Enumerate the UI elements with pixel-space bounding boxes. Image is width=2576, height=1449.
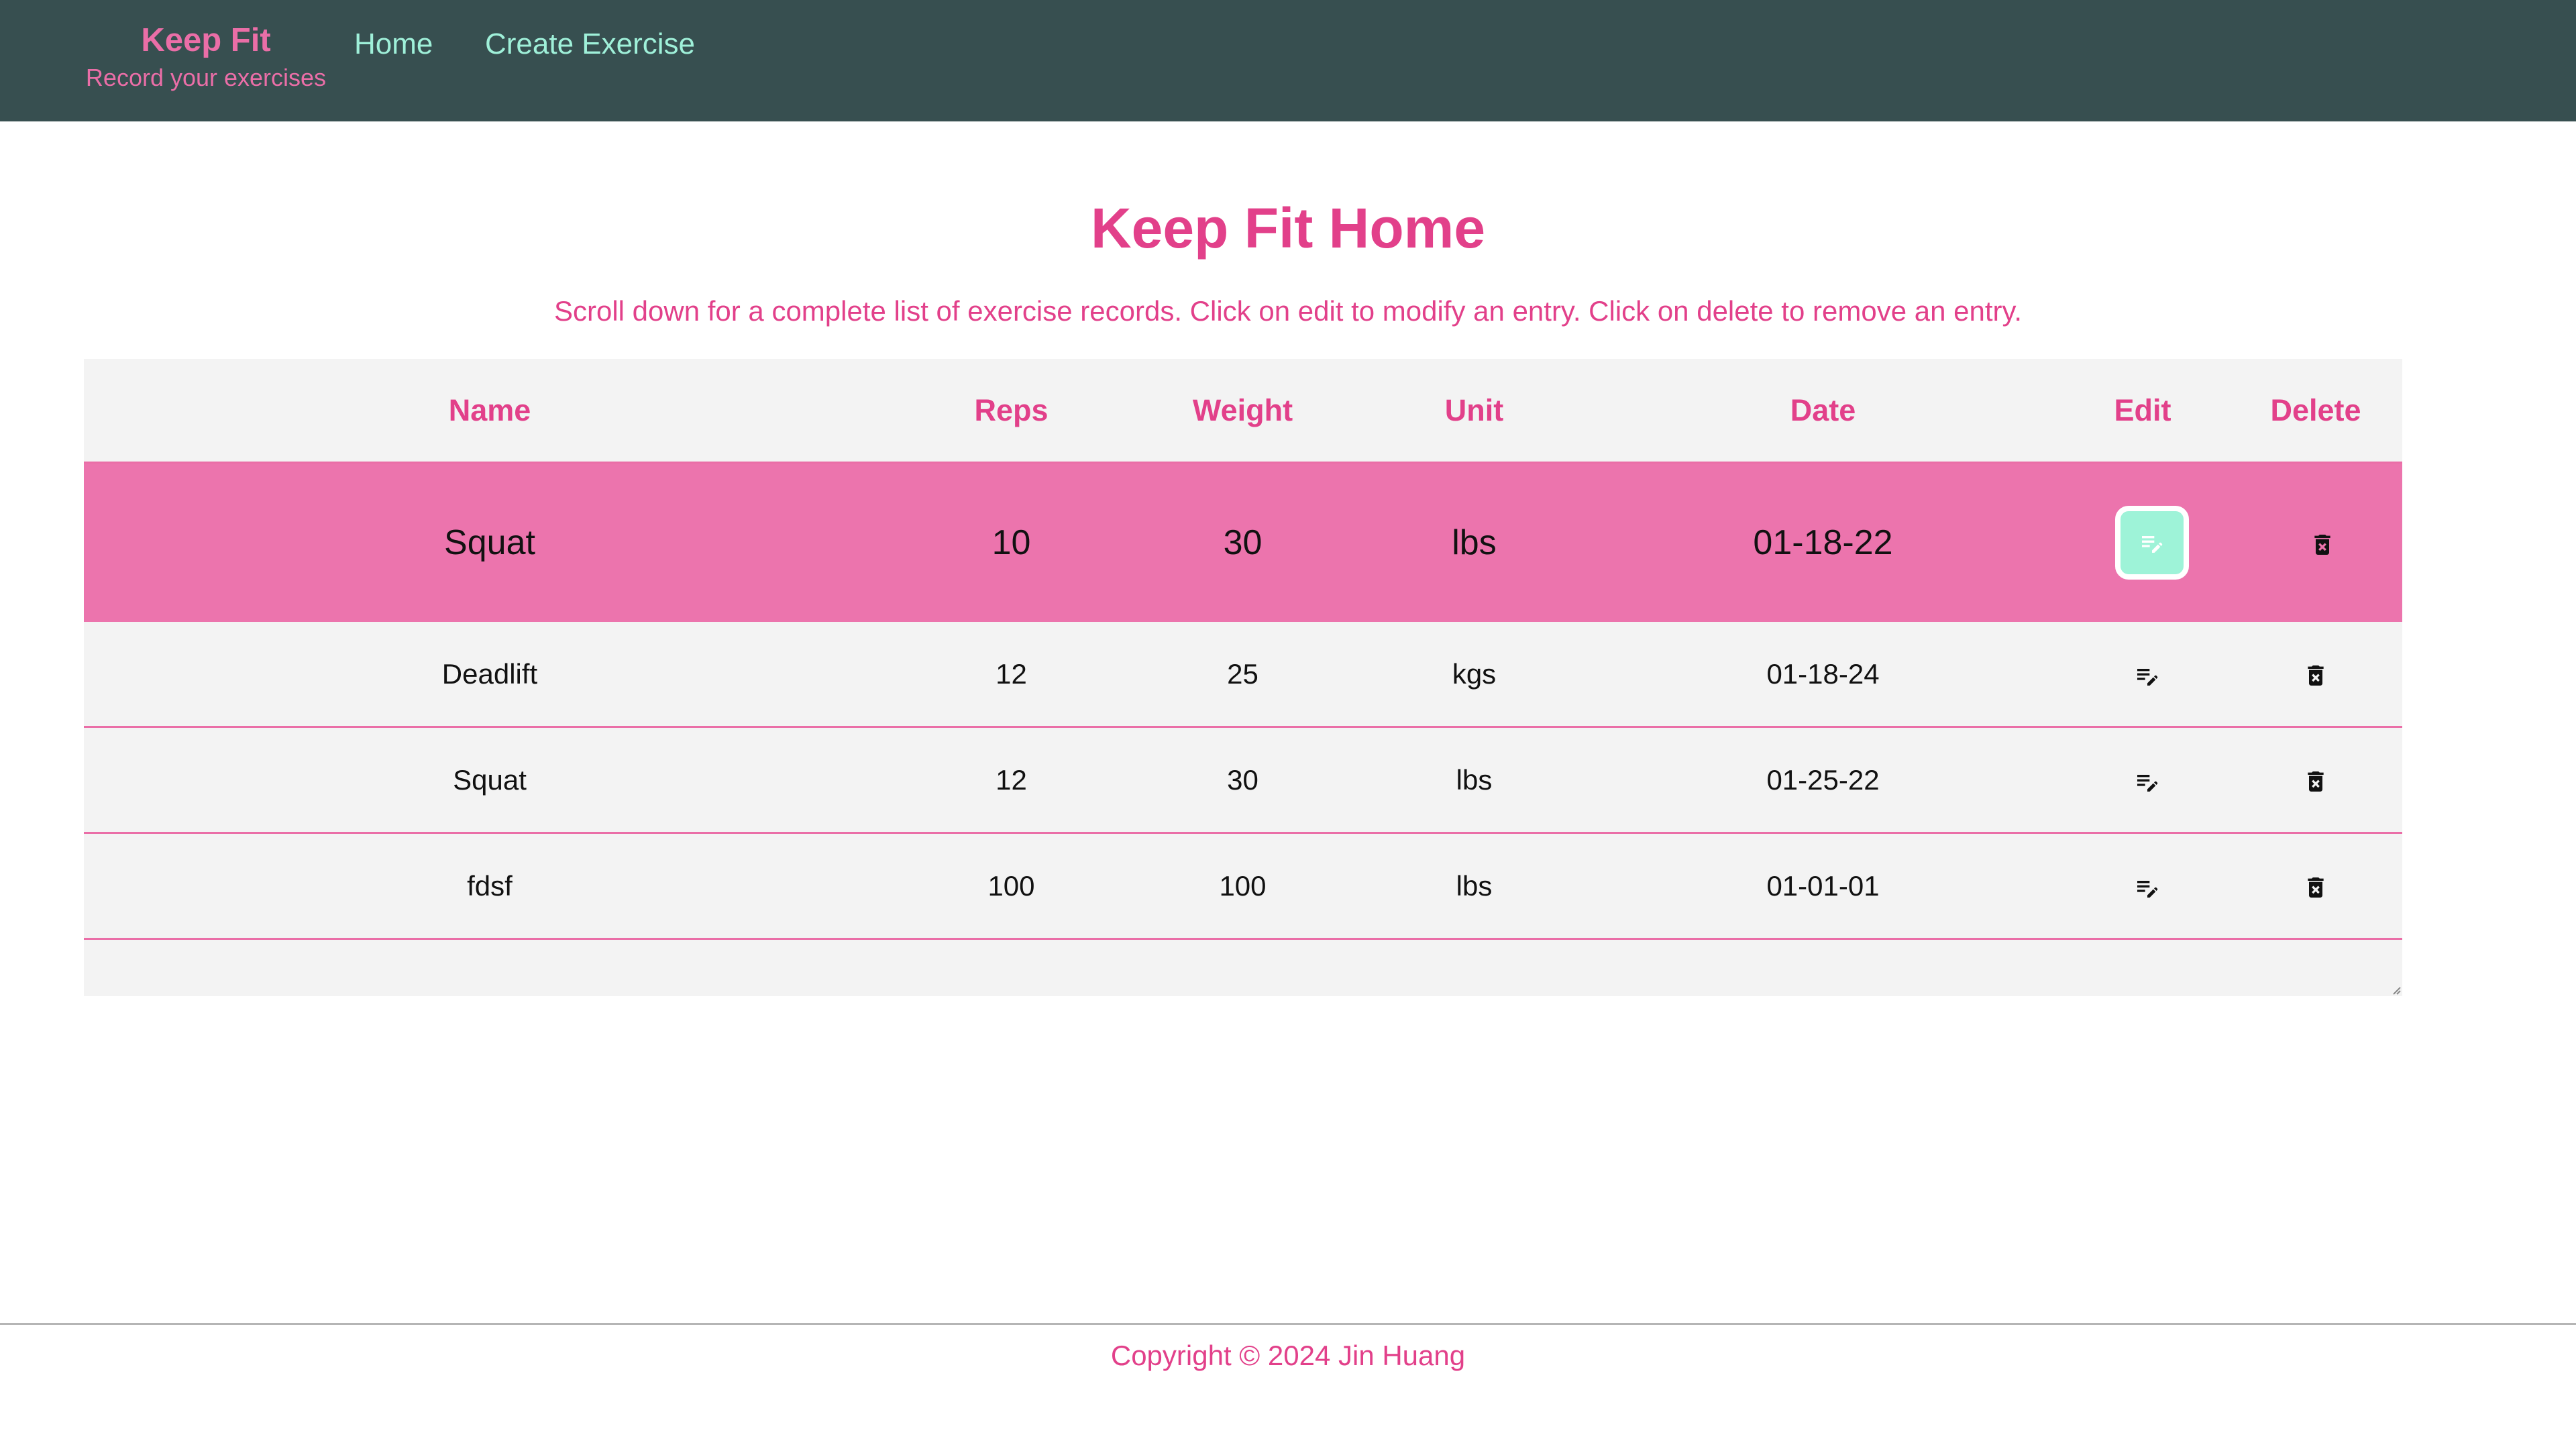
- cell-reps: 10: [896, 462, 1127, 622]
- cell-reps: 100: [896, 833, 1127, 940]
- table-row: Squat 10 30 lbs 01-18-22: [84, 462, 2402, 622]
- cell-edit: [2056, 462, 2229, 622]
- header-weight: Weight: [1127, 359, 1358, 464]
- page-description: Scroll down for a complete list of exerc…: [553, 295, 2023, 327]
- resize-handle-icon[interactable]: [2390, 984, 2401, 995]
- header-date: Date: [1590, 359, 2056, 464]
- header-unit: Unit: [1358, 359, 1590, 464]
- top-navbar: Keep Fit Record your exercises Home Crea…: [0, 0, 2576, 121]
- exercise-table: Name Reps Weight Unit Date Edit Delete S…: [84, 359, 2402, 940]
- header-reps: Reps: [896, 359, 1127, 464]
- cell-date: 01-25-22: [1590, 727, 2056, 834]
- cell-delete: [2229, 622, 2402, 728]
- header-delete: Delete: [2229, 359, 2402, 464]
- cell-weight: 30: [1127, 462, 1358, 622]
- nav-link-home[interactable]: Home: [354, 25, 433, 63]
- table-row: Deadlift 12 25 kgs 01-18-24: [84, 622, 2402, 728]
- footer-divider: [0, 1323, 2576, 1325]
- cell-weight: 30: [1127, 727, 1358, 834]
- cell-date: 01-18-22: [1590, 462, 2056, 622]
- delete-forever-icon[interactable]: [2309, 531, 2336, 558]
- cell-name: Squat: [84, 727, 896, 834]
- footer-copyright: Copyright © 2024 Jin Huang: [1110, 1340, 1466, 1371]
- table-row: Squat 12 30 lbs 01-25-22: [84, 727, 2402, 834]
- cell-weight: 25: [1127, 622, 1358, 728]
- cell-name: fdsf: [84, 833, 896, 940]
- header-edit: Edit: [2056, 359, 2229, 464]
- cell-delete: [2229, 462, 2402, 622]
- cell-name: Squat: [84, 462, 896, 622]
- cell-date: 01-18-24: [1590, 622, 2056, 728]
- cell-unit: lbs: [1358, 462, 1590, 622]
- header-name: Name: [84, 359, 896, 464]
- cell-edit: [2056, 622, 2229, 728]
- cell-unit: lbs: [1358, 727, 1590, 834]
- edit-note-icon[interactable]: [2134, 768, 2161, 795]
- cell-delete: [2229, 833, 2402, 940]
- edit-note-icon: [2142, 536, 2163, 553]
- cell-weight: 100: [1127, 833, 1358, 940]
- cell-reps: 12: [896, 622, 1127, 728]
- delete-forever-icon[interactable]: [2302, 874, 2329, 901]
- cell-unit: kgs: [1358, 622, 1590, 728]
- brand-subtitle: Record your exercises: [85, 64, 327, 91]
- table-row: fdsf 100 100 lbs 01-01-01: [84, 833, 2402, 940]
- edit-button[interactable]: [2115, 506, 2189, 580]
- exercise-table-container[interactable]: Name Reps Weight Unit Date Edit Delete S…: [84, 359, 2402, 996]
- edit-note-icon[interactable]: [2134, 874, 2161, 901]
- nav-link-create-exercise[interactable]: Create Exercise: [485, 25, 695, 63]
- table-header-row: Name Reps Weight Unit Date Edit Delete: [84, 359, 2402, 464]
- cell-unit: lbs: [1358, 833, 1590, 940]
- edit-note-icon[interactable]: [2134, 662, 2161, 689]
- brand-title[interactable]: Keep Fit: [84, 20, 328, 60]
- cell-edit: [2056, 727, 2229, 834]
- delete-forever-icon[interactable]: [2302, 662, 2329, 689]
- cell-reps: 12: [896, 727, 1127, 834]
- cell-date: 01-01-01: [1590, 833, 2056, 940]
- delete-forever-icon[interactable]: [2302, 768, 2329, 795]
- cell-edit: [2056, 833, 2229, 940]
- cell-delete: [2229, 727, 2402, 834]
- page-title: Keep Fit Home: [1090, 197, 1486, 260]
- cell-name: Deadlift: [84, 622, 896, 728]
